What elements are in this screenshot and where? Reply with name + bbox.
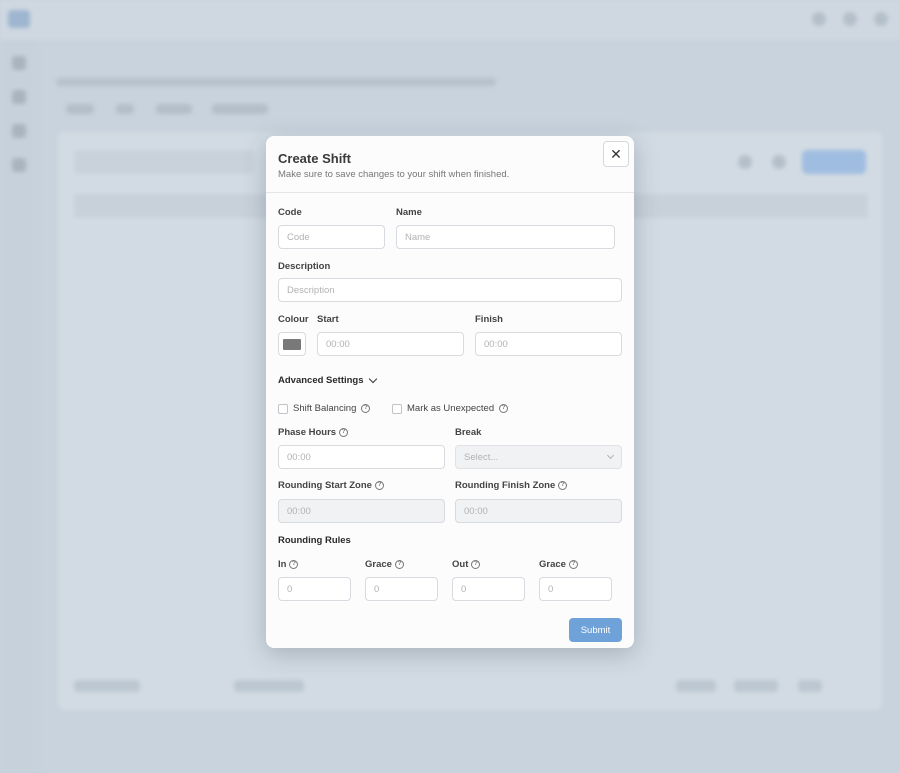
create-shift-modal: Create Shift Make sure to save changes t… xyxy=(266,136,634,648)
user-icon xyxy=(874,12,888,26)
top-bar xyxy=(0,0,900,40)
help-icon[interactable]: ? xyxy=(471,560,481,569)
phase-hours-label-text: Phase Hours xyxy=(278,427,337,438)
rounding-start-zone-label-text: Rounding Start Zone xyxy=(278,480,372,491)
rounding-finish-zone-label-text: Rounding Finish Zone xyxy=(455,480,556,491)
name-label: Name xyxy=(396,207,422,218)
bg-footer xyxy=(798,680,822,692)
checkbox-box[interactable] xyxy=(278,403,288,414)
help-icon[interactable]: ? xyxy=(374,481,384,490)
start-time-input[interactable] xyxy=(317,332,464,356)
colour-swatch xyxy=(283,338,301,350)
help-icon[interactable]: ? xyxy=(558,481,568,490)
app-logo xyxy=(8,10,30,28)
bg-tab xyxy=(66,104,94,114)
help-icon[interactable]: ? xyxy=(289,560,299,569)
grace-in-label-text: Grace xyxy=(365,559,392,570)
mark-unexpected-checkbox[interactable]: Mark as Unexpected ? xyxy=(392,403,509,414)
grace-out-input[interactable] xyxy=(539,577,612,601)
finish-label: Finish xyxy=(475,314,503,325)
in-label: In ? xyxy=(278,559,299,570)
bg-filter-icon xyxy=(738,155,752,169)
rounding-start-zone-input[interactable] xyxy=(278,499,445,523)
grace-in-label: Grace ? xyxy=(365,559,404,570)
bg-create-button xyxy=(802,150,866,174)
grace-in-input[interactable] xyxy=(365,577,438,601)
bg-tab xyxy=(156,104,192,114)
help-icon[interactable]: ? xyxy=(339,428,349,437)
phase-hours-label: Phase Hours ? xyxy=(278,427,349,438)
start-label: Start xyxy=(317,314,339,325)
modal-subtitle: Make sure to save changes to your shift … xyxy=(278,169,510,180)
bg-tab xyxy=(116,104,134,114)
sidebar-settings-icon xyxy=(12,158,26,172)
submit-button[interactable]: Submit xyxy=(569,618,622,642)
sidebar xyxy=(0,40,38,773)
out-label-text: Out xyxy=(452,559,469,570)
modal-header: Create Shift Make sure to save changes t… xyxy=(266,136,634,193)
bg-tab xyxy=(212,104,268,114)
bg-columns-icon xyxy=(772,155,786,169)
description-label: Description xyxy=(278,261,331,272)
advanced-settings-label: Advanced Settings xyxy=(278,375,364,386)
help-icon xyxy=(843,12,857,26)
colour-picker[interactable] xyxy=(278,332,306,356)
break-select-value: Select... xyxy=(464,451,499,463)
description-input[interactable] xyxy=(278,278,622,302)
shift-balancing-label: Shift Balancing xyxy=(293,403,357,414)
notification-icon xyxy=(812,12,826,26)
help-icon[interactable]: ? xyxy=(394,560,404,569)
bg-footer xyxy=(734,680,778,692)
phase-hours-input[interactable] xyxy=(278,445,445,469)
help-icon[interactable]: ? xyxy=(568,560,578,569)
rounding-finish-zone-label: Rounding Finish Zone ? xyxy=(455,480,568,491)
sidebar-people-icon xyxy=(12,124,26,138)
chevron-down-icon xyxy=(368,374,377,384)
bg-footer xyxy=(676,680,716,692)
bg-footer xyxy=(234,680,304,692)
finish-time-input[interactable] xyxy=(475,332,622,356)
name-input[interactable] xyxy=(396,225,615,249)
modal-title: Create Shift xyxy=(278,151,351,166)
in-label-text: In xyxy=(278,559,287,570)
code-input[interactable] xyxy=(278,225,385,249)
rounding-start-zone-label: Rounding Start Zone ? xyxy=(278,480,384,491)
sidebar-home-icon xyxy=(12,56,26,70)
bg-search-input xyxy=(74,150,254,174)
in-input[interactable] xyxy=(278,577,351,601)
help-icon[interactable]: ? xyxy=(361,404,371,413)
advanced-settings-toggle[interactable]: Advanced Settings xyxy=(278,374,377,386)
checkbox-box[interactable] xyxy=(392,403,402,414)
code-label: Code xyxy=(278,207,302,218)
shift-balancing-checkbox[interactable]: Shift Balancing ? xyxy=(278,403,371,414)
close-button[interactable]: ✕ xyxy=(603,141,629,167)
help-icon[interactable]: ? xyxy=(499,404,509,413)
close-icon: ✕ xyxy=(610,145,622,162)
grace-out-label-text: Grace xyxy=(539,559,566,570)
break-label: Break xyxy=(455,427,482,438)
break-select[interactable]: Select... xyxy=(455,445,622,469)
colour-label: Colour xyxy=(278,314,309,325)
grace-out-label: Grace ? xyxy=(539,559,578,570)
out-input[interactable] xyxy=(452,577,525,601)
chevron-down-icon xyxy=(606,451,615,460)
rounding-rules-title: Rounding Rules xyxy=(278,535,351,546)
sidebar-calendar-icon xyxy=(12,90,26,104)
mark-unexpected-label: Mark as Unexpected xyxy=(407,403,495,414)
rounding-finish-zone-input[interactable] xyxy=(455,499,622,523)
bg-footer xyxy=(74,680,140,692)
out-label: Out ? xyxy=(452,559,481,570)
page-subtitle-placeholder xyxy=(56,78,496,86)
